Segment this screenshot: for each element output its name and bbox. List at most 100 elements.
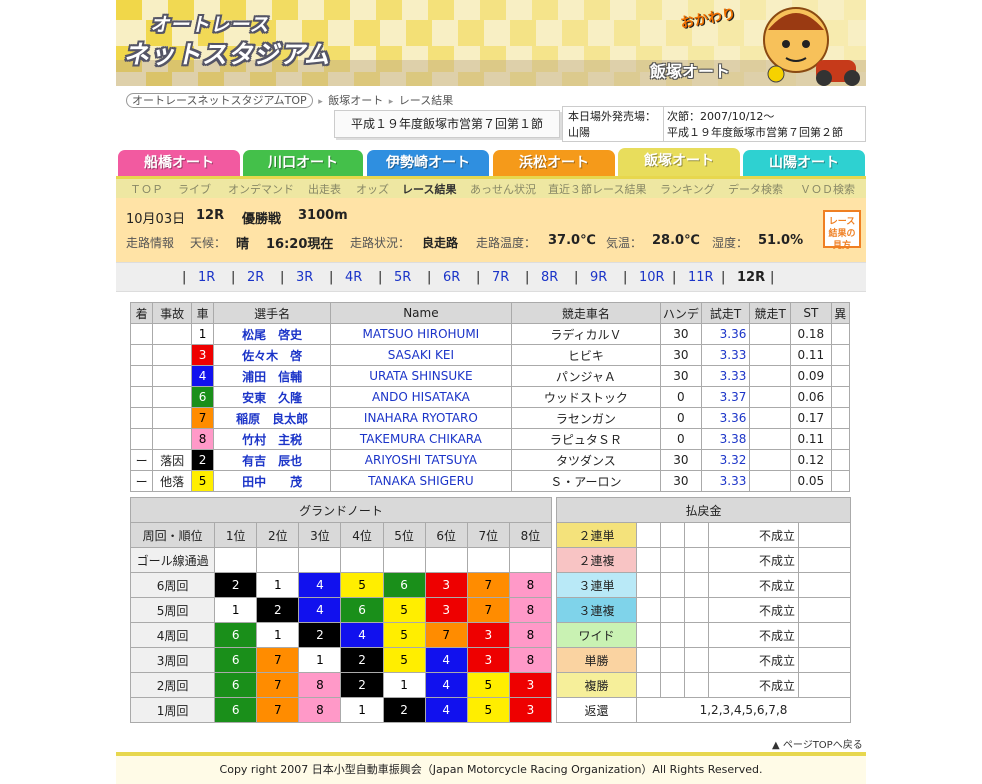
breadcrumb-venue-link[interactable]: 飯塚オート xyxy=(328,94,383,107)
race-link-4[interactable]: 4R xyxy=(345,270,362,285)
trial-time-link[interactable]: 3.36 xyxy=(700,407,751,429)
separator: | xyxy=(280,270,285,285)
rider-name-link[interactable]: 松尾 啓史 xyxy=(213,323,332,345)
trial-time-link[interactable]: 3.36 xyxy=(700,323,751,345)
lap-position-cell: 4 xyxy=(340,622,384,648)
rider-name-en-link[interactable]: ANDO HISATAKA xyxy=(330,386,512,408)
subnav-ondemand[interactable]: オンデマンド xyxy=(228,181,294,197)
trial-time-link[interactable]: 3.33 xyxy=(700,344,751,366)
handicap-cell: 30 xyxy=(660,344,702,366)
page-top-link[interactable]: ▲ ページTOPへ戻る xyxy=(772,736,863,751)
chevron-right-icon: ▸ xyxy=(388,97,394,107)
subnav-vod-search[interactable]: ＶＯＤ検索 xyxy=(800,181,855,197)
subnav-results[interactable]: レース結果 xyxy=(402,181,456,197)
lap-position-cell: 1 xyxy=(340,697,384,723)
subnav-live[interactable]: ライブ xyxy=(178,181,211,197)
subnav-top[interactable]: ＴＯＰ xyxy=(130,181,163,197)
race-link-6[interactable]: 6R xyxy=(443,270,460,285)
rider-name-en-link[interactable]: ARIYOSHI TATSUYA xyxy=(330,449,512,471)
car-number-cell: 4 xyxy=(190,365,215,387)
tab-isesaki[interactable]: 伊勢崎オート xyxy=(367,150,489,176)
separator: | xyxy=(231,270,236,285)
result-guide-button[interactable]: レース結果の見方 xyxy=(823,210,861,251)
grand-note-body: ゴール線通過 6周回 2 1 4 5 6 3 7 8 5周回 1 2 4 6 5 3 7 8 4周回 6 1 2 4 5 7 3 8 3… xyxy=(129,547,553,723)
race-number-nav: | 1R | 2R | 3R | 4R | 5R | 6R | 7R | 8R | 9R | 10R | 11R | 12R | xyxy=(116,262,866,292)
results-table: 着 事故 車 選手名 Name 競走車名 ハンデ 試走T 競走T ST 異 1松… xyxy=(129,302,851,492)
site-logo[interactable]: オートレース ネットスタジアム xyxy=(122,10,335,71)
subnav-recent-results[interactable]: 直近３節レース結果 xyxy=(548,181,646,197)
race-link-8[interactable]: 8R xyxy=(541,270,558,285)
race-link-5[interactable]: 5R xyxy=(394,270,411,285)
race-link-3[interactable]: 3R xyxy=(296,270,313,285)
bet-type-label: 複勝 xyxy=(556,672,637,698)
race-link-1[interactable]: 1R xyxy=(198,270,215,285)
race-link-9[interactable]: 9R xyxy=(590,270,607,285)
combo-cell xyxy=(684,647,709,673)
trial-time-link[interactable]: 3.32 xyxy=(700,449,751,471)
race-link-10[interactable]: 10R xyxy=(639,270,665,285)
rider-name-en-link[interactable]: INAHARA RYOTARO xyxy=(330,407,512,429)
race-name: 優勝戦 xyxy=(242,212,282,227)
trial-time-link[interactable]: 3.37 xyxy=(700,386,751,408)
subnav-assignment[interactable]: あっせん状況 xyxy=(470,181,536,197)
lap-position-cell: 2 xyxy=(214,572,258,598)
table-row: 3 佐々木 啓 SASAKI KEI ヒビキ 30 3.33 0.11 xyxy=(129,344,851,366)
separator: | xyxy=(623,270,628,285)
rider-name-en-link[interactable]: MATSUO HIROHUMI xyxy=(330,323,512,345)
lap-position-cell: 6 xyxy=(214,672,258,698)
tab-hamamatsu[interactable]: 浜松オート xyxy=(493,150,615,176)
rider-name-en-link[interactable]: TANAKA SHIGERU xyxy=(330,470,512,492)
rider-name-link[interactable]: 田中 茂 xyxy=(213,470,332,492)
rider-name-link[interactable]: 稲原 良太郎 xyxy=(213,407,332,429)
rider-name-en-link[interactable]: TAKEMURA CHIKARA xyxy=(330,428,512,450)
venue-tabs: 船橋オート 川口オート 伊勢崎オート 浜松オート 飯塚オート 山陽オート xyxy=(116,148,866,176)
lap-label: 3周回 xyxy=(129,647,216,673)
rider-name-link[interactable]: 有吉 辰也 xyxy=(213,449,332,471)
race-link-11[interactable]: 11R xyxy=(688,270,714,285)
rider-name-link[interactable]: 浦田 信輔 xyxy=(213,365,332,387)
trial-time-link[interactable]: 3.38 xyxy=(700,428,751,450)
rider-name-link[interactable]: 安東 久隆 xyxy=(213,386,332,408)
combo-cell xyxy=(684,547,709,573)
lap-position-cell: 3 xyxy=(466,647,510,673)
lap-position-cell: 2 xyxy=(340,672,384,698)
weather-time: 16:20現在 xyxy=(266,237,334,252)
breadcrumb-home-link[interactable]: オートレースネットスタジアムTOP xyxy=(126,93,313,108)
surface-label: 走路状況： xyxy=(350,236,411,250)
sub-navigation: ＴＯＰ ライブ オンデマンド 出走表 オッズ レース結果 あっせん状況 直近３節… xyxy=(116,176,866,198)
tab-kawaguchi[interactable]: 川口オート xyxy=(243,150,363,176)
race-time-cell xyxy=(749,449,791,471)
tab-sanyo[interactable]: 山陽オート xyxy=(743,150,865,176)
rider-name-link[interactable]: 竹村 主税 xyxy=(213,428,332,450)
rider-name-link[interactable]: 佐々木 啓 xyxy=(213,344,332,366)
combo-cell xyxy=(636,647,661,673)
combo-cell xyxy=(684,572,709,598)
refund-label: 返還 xyxy=(556,697,637,723)
handicap-cell: 30 xyxy=(660,365,702,387)
copyright: Copy right 2007 日本小型自動車振興会（Japan Motorcy… xyxy=(219,763,763,776)
payout-amount: 不成立 xyxy=(708,622,799,648)
trial-time-link[interactable]: 3.33 xyxy=(700,365,751,387)
tab-funabashi[interactable]: 船橋オート xyxy=(118,150,240,176)
race-link-7[interactable]: 7R xyxy=(492,270,509,285)
place-cell xyxy=(129,407,154,429)
popularity-cell xyxy=(798,522,851,548)
lap-position-cell xyxy=(382,547,426,573)
rider-name-en-link[interactable]: SASAKI KEI xyxy=(330,344,512,366)
separator: | xyxy=(378,270,383,285)
subnav-entries[interactable]: 出走表 xyxy=(308,181,341,197)
trial-time-link[interactable]: 3.33 xyxy=(700,470,751,492)
bike-name-cell: パンジャＡ xyxy=(510,365,662,387)
lap-position-cell: 6 xyxy=(340,597,384,623)
tab-iizuka[interactable]: 飯塚オート xyxy=(618,148,740,176)
subnav-data-search[interactable]: データ検索 xyxy=(728,181,783,197)
rider-name-en-link[interactable]: URATA SHINSUKE xyxy=(330,365,512,387)
handicap-cell: 0 xyxy=(660,386,702,408)
subnav-ranking[interactable]: ランキング xyxy=(660,181,715,197)
bike-name-cell: ウッドストック xyxy=(510,386,662,408)
popularity-cell xyxy=(798,547,851,573)
race-link-2[interactable]: 2R xyxy=(247,270,264,285)
subnav-odds[interactable]: オッズ xyxy=(356,181,389,197)
race-time-cell xyxy=(749,386,791,408)
payout-row: ３連単 不成立 xyxy=(556,572,851,598)
